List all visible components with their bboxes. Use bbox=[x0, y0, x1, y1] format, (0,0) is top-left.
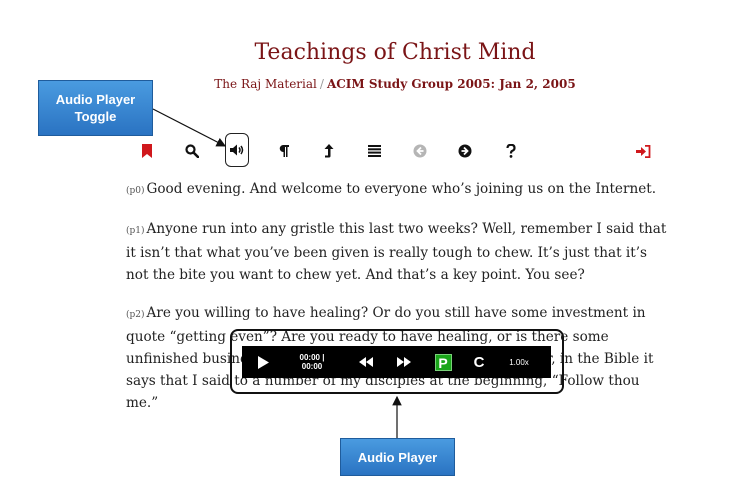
time-current: 00:00 bbox=[299, 353, 320, 362]
bookmark-button[interactable] bbox=[136, 140, 158, 162]
up-arrow-icon bbox=[324, 144, 334, 158]
play-button[interactable] bbox=[252, 346, 274, 378]
sign-in-icon bbox=[635, 144, 650, 158]
callout-audio-player: Audio Player bbox=[340, 438, 455, 476]
paragraph-button[interactable] bbox=[273, 140, 295, 162]
rewind-button[interactable] bbox=[355, 346, 377, 378]
breadcrumb-section[interactable]: ACIM Study Group 2005: Jan 2, 2005 bbox=[327, 77, 576, 91]
p-label: P bbox=[434, 353, 452, 371]
previous-icon bbox=[413, 144, 427, 158]
next-page-button[interactable] bbox=[454, 140, 476, 162]
c-toggle-button[interactable]: C bbox=[469, 346, 489, 378]
paragraph-text: Good evening. And welcome to everyone wh… bbox=[146, 181, 657, 197]
time-separator: | bbox=[322, 353, 325, 362]
time-total: 00:00 bbox=[301, 362, 323, 371]
p-toggle-button[interactable]: P bbox=[432, 346, 454, 378]
bookmark-icon bbox=[142, 144, 152, 158]
list-icon bbox=[367, 145, 381, 157]
help-button[interactable] bbox=[500, 140, 522, 162]
play-icon bbox=[257, 355, 269, 369]
fast-forward-icon bbox=[397, 357, 411, 367]
playback-speed[interactable]: 1.00x bbox=[504, 346, 534, 378]
paragraph-number: (p1) bbox=[126, 226, 145, 236]
up-button[interactable] bbox=[318, 140, 340, 162]
paragraph-text: Anyone run into any gristle this last tw… bbox=[126, 221, 667, 283]
next-icon bbox=[458, 144, 472, 158]
speaker-icon bbox=[230, 144, 244, 156]
breadcrumb-separator: / bbox=[319, 77, 324, 91]
paragraph-p0: (p0) Good evening. And welcome to everyon… bbox=[126, 178, 671, 202]
search-icon bbox=[185, 144, 199, 158]
paragraph-number: (p0) bbox=[126, 186, 145, 196]
sign-in-button[interactable] bbox=[632, 140, 654, 162]
search-button[interactable] bbox=[181, 140, 203, 162]
paragraph-number: (p2) bbox=[126, 310, 145, 320]
previous-page-button[interactable] bbox=[409, 140, 431, 162]
fast-forward-button[interactable] bbox=[393, 346, 415, 378]
contents-button[interactable] bbox=[363, 140, 385, 162]
callout-audio-player-toggle: Audio Player Toggle bbox=[38, 80, 153, 136]
paragraph-icon bbox=[279, 145, 289, 157]
rewind-icon bbox=[359, 357, 373, 367]
audio-player-toggle[interactable] bbox=[225, 133, 249, 167]
paragraph-p1: (p1) Anyone run into any gristle this las… bbox=[126, 218, 671, 286]
breadcrumb-source[interactable]: The Raj Material bbox=[214, 77, 317, 91]
help-icon bbox=[506, 144, 516, 158]
page-title: Teachings of Christ Mind bbox=[254, 40, 536, 65]
time-display: 00:00 | 00:00 bbox=[292, 346, 332, 378]
audio-player: 00:00 | 00:00 P C 1.00x bbox=[242, 346, 551, 378]
